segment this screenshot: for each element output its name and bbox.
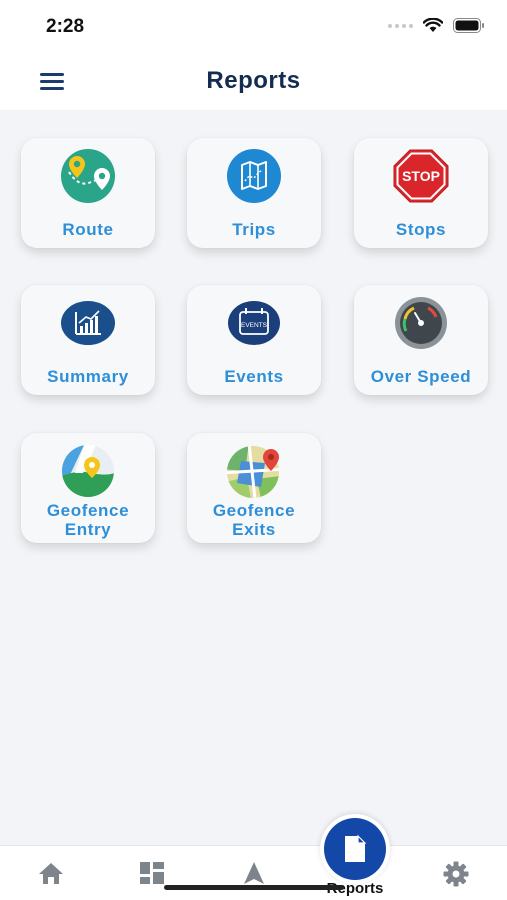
status-icons: [388, 18, 485, 33]
bottom-navigation-bar: [0, 845, 507, 900]
tile-label: Over Speed: [370, 367, 472, 386]
stop-sign-text: STOP: [402, 168, 440, 184]
cellular-signal-icon: [388, 23, 413, 28]
stops-report-tile[interactable]: STOP Stops: [354, 138, 488, 248]
home-icon: [39, 863, 63, 884]
events-calendar-icon: EVENTS: [219, 295, 289, 351]
tile-label: Events: [224, 367, 284, 386]
home-indicator-bar: [164, 885, 344, 890]
nav-reports-button[interactable]: [320, 814, 390, 884]
speedometer-icon: [386, 295, 456, 351]
tile-label: Geofence Exits: [187, 501, 321, 539]
tile-label: Trips: [232, 220, 276, 239]
tile-label-line2: Exits: [232, 520, 276, 539]
tile-label: Stops: [395, 220, 447, 239]
tile-label: Geofence Entry: [21, 501, 155, 539]
geofence-exit-map-icon: [219, 443, 289, 499]
page-title: Reports: [206, 67, 301, 94]
geofence-exits-report-tile[interactable]: Geofence Exits: [187, 433, 321, 543]
geofence-entry-report-tile[interactable]: Geofence Entry: [21, 433, 155, 543]
status-time: 2:28: [46, 16, 85, 37]
navigation-arrow-icon: [244, 862, 264, 884]
map-icon: [219, 148, 289, 204]
tile-label: Route: [62, 220, 114, 239]
wifi-icon: [423, 18, 443, 32]
stop-sign-icon: STOP: [386, 148, 456, 204]
events-report-tile[interactable]: EVENTS Events: [187, 285, 321, 395]
tile-label-line2: Entry: [64, 520, 112, 539]
trips-report-tile[interactable]: Trips: [187, 138, 321, 248]
reports-screen: 2:28 Reports Route Trips STOP Stops Summ…: [0, 0, 507, 900]
events-badge-text: EVENTS: [241, 322, 268, 329]
nav-settings-button[interactable]: [436, 860, 476, 890]
tile-label-line1: Geofence: [212, 501, 296, 520]
gear-icon: [443, 861, 469, 887]
nav-reports-circle: [324, 818, 386, 880]
tile-label-line1: Geofence: [46, 501, 130, 520]
route-report-tile[interactable]: Route: [21, 138, 155, 248]
route-pin-icon: [53, 148, 123, 204]
app-header: Reports: [0, 52, 507, 110]
tile-label: Summary: [47, 367, 129, 386]
geofence-entry-map-icon: [53, 443, 123, 499]
nav-home-button[interactable]: [31, 860, 71, 890]
status-bar: 2:28: [0, 0, 507, 52]
summary-report-tile[interactable]: Summary: [21, 285, 155, 395]
bar-chart-icon: [53, 295, 123, 351]
document-icon: [345, 834, 367, 862]
battery-icon: [453, 18, 484, 33]
dashboard-grid-icon: [140, 862, 164, 884]
over-speed-report-tile[interactable]: Over Speed: [354, 285, 488, 395]
